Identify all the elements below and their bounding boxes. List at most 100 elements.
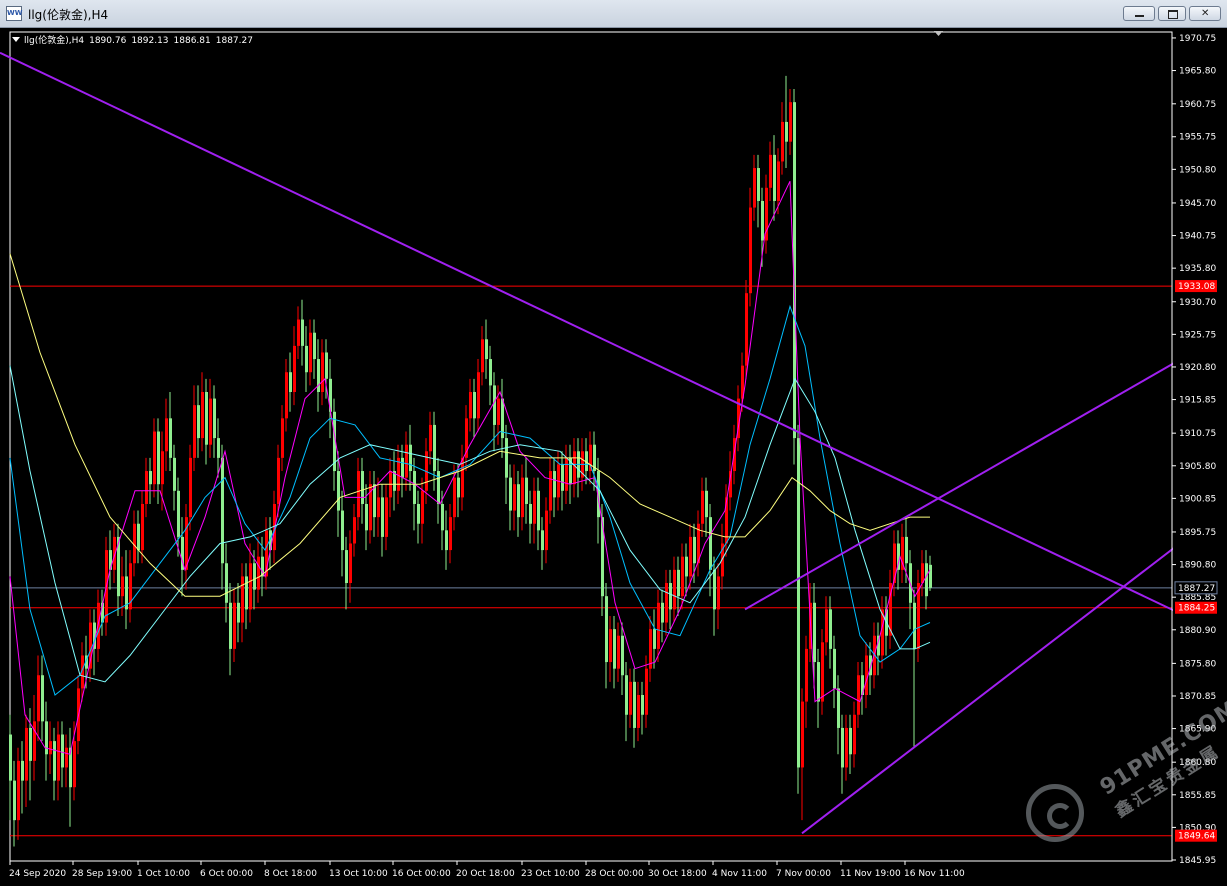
- candle-body: [657, 602, 660, 649]
- candle-body: [301, 319, 304, 346]
- collapse-triangle-icon[interactable]: [12, 37, 20, 42]
- candle: [661, 589, 664, 643]
- candle-body: [717, 576, 720, 610]
- candle-body: [441, 503, 444, 531]
- candle: [477, 359, 480, 432]
- candle-body: [229, 602, 232, 649]
- x-tick-label: 28 Sep 19:00: [72, 869, 132, 879]
- candle: [513, 464, 516, 531]
- candle: [525, 457, 528, 524]
- candle: [913, 589, 916, 748]
- candle: [833, 635, 836, 709]
- candle: [141, 490, 144, 564]
- candle: [373, 471, 376, 537]
- trendline[interactable]: [744, 331, 1227, 611]
- candle: [773, 135, 776, 221]
- candle-body: [605, 596, 608, 663]
- candle-body: [541, 530, 544, 551]
- close-button[interactable]: ✕: [1189, 6, 1221, 21]
- candle-body: [241, 576, 244, 623]
- candle: [385, 484, 388, 551]
- candle-body: [545, 510, 548, 551]
- candle: [89, 609, 92, 682]
- maximize-button[interactable]: [1158, 6, 1186, 21]
- y-tick-label: 1880.90: [1179, 626, 1216, 636]
- y-tick-label: 1895.75: [1179, 528, 1216, 538]
- candle: [673, 556, 676, 623]
- candle-body: [121, 576, 124, 597]
- candle: [577, 438, 580, 498]
- y-tick-label: 1875.80: [1179, 659, 1216, 669]
- candle-body: [625, 675, 628, 715]
- candle: [845, 714, 848, 781]
- candle: [817, 648, 820, 728]
- x-tick-label: 16 Nov 11:00: [904, 869, 965, 879]
- candle-body: [693, 536, 696, 564]
- candle-body: [193, 405, 196, 458]
- watermark-logo-icon: [1026, 784, 1084, 842]
- candle-body: [225, 563, 228, 603]
- candle-body: [685, 556, 688, 577]
- x-tick-label: 24 Sep 2020: [9, 869, 66, 879]
- chart-area[interactable]: 1970.75 1965.80 1960.75 1955.75 1950.80 1945.…: [0, 28, 1227, 886]
- candle-body: [573, 451, 576, 485]
- candle-body: [513, 484, 516, 511]
- candle: [201, 372, 204, 452]
- candle: [61, 721, 64, 788]
- candle-body: [161, 451, 164, 485]
- candle-body: [433, 424, 436, 472]
- candle: [229, 583, 232, 676]
- minimize-button[interactable]: [1123, 6, 1155, 21]
- candle: [405, 431, 408, 491]
- candle: [257, 536, 260, 603]
- candle: [841, 714, 844, 794]
- candle-body: [525, 477, 528, 504]
- candle-body: [505, 438, 508, 478]
- candle: [753, 154, 756, 221]
- candle-body: [201, 391, 204, 439]
- candle-body: [293, 345, 296, 392]
- candle-body: [149, 471, 152, 485]
- chart-shift-marker-icon[interactable]: [934, 31, 943, 36]
- candle-body: [553, 471, 556, 498]
- trendline[interactable]: [0, 51, 1227, 637]
- candle: [397, 444, 400, 504]
- candle-body: [297, 319, 300, 346]
- candle: [233, 589, 236, 663]
- candle-body: [417, 503, 420, 524]
- window-titlebar[interactable]: WW llg(伦敦金),H4 ✕: [0, 0, 1227, 28]
- y-tick-label: 1940.75: [1179, 232, 1216, 242]
- candle-body: [821, 642, 824, 702]
- candle-body: [837, 688, 840, 728]
- candle: [193, 385, 196, 472]
- candle: [645, 655, 648, 728]
- candle-body: [57, 734, 60, 781]
- candle: [641, 681, 644, 735]
- candle: [249, 543, 252, 623]
- candle-body: [781, 121, 784, 162]
- candle-body: [621, 635, 624, 676]
- candle-body: [49, 741, 52, 755]
- candle-body: [529, 503, 532, 524]
- candle: [701, 477, 704, 537]
- candle: [785, 75, 788, 169]
- candle-body: [673, 569, 676, 610]
- candle-body: [37, 675, 40, 722]
- candle: [573, 438, 576, 498]
- window-title: llg(伦敦金),H4: [28, 8, 109, 22]
- candle: [545, 497, 548, 564]
- candle: [129, 550, 132, 623]
- info-close: 1887.27: [215, 36, 253, 46]
- y-tick-label: 1960.75: [1179, 100, 1216, 110]
- candle: [313, 319, 316, 379]
- candle: [53, 727, 56, 801]
- candle-body: [353, 517, 356, 544]
- candle-body: [281, 418, 284, 458]
- candle: [505, 424, 508, 504]
- price-label: 1884.25: [1178, 604, 1215, 614]
- candle: [565, 444, 568, 504]
- candle: [49, 721, 52, 775]
- candle: [209, 378, 212, 458]
- candle: [657, 589, 660, 663]
- candle-body: [469, 391, 472, 419]
